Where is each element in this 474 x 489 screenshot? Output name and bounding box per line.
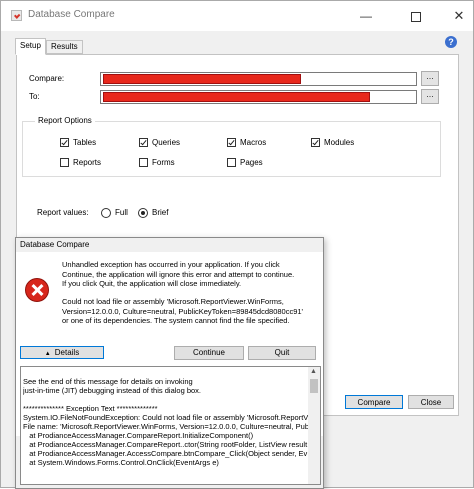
- modules-checkbox[interactable]: [311, 138, 320, 147]
- close-window-button[interactable]: ✕: [449, 9, 469, 25]
- forms-checkbox[interactable]: [139, 158, 148, 167]
- compare-label: Compare:: [29, 74, 65, 83]
- queries-checkbox[interactable]: [139, 138, 148, 147]
- details-line: at ProdianceAccessManager.AccessCompare.…: [23, 449, 308, 458]
- details-line: [23, 395, 308, 404]
- redacted-path: [103, 92, 370, 102]
- forms-label: Forms: [152, 158, 175, 167]
- maximize-icon: [411, 12, 421, 22]
- compare-button[interactable]: Compare: [345, 395, 403, 409]
- tab-results[interactable]: Results: [46, 40, 83, 54]
- details-line: See the end of this message for details …: [23, 377, 193, 386]
- brief-label: Brief: [152, 208, 169, 217]
- reports-checkbox[interactable]: [60, 158, 69, 167]
- report-values-label: Report values:: [37, 208, 89, 217]
- tables-checkbox[interactable]: [60, 138, 69, 147]
- details-line: just-in-time (JIT) debugging instead of …: [23, 386, 202, 395]
- report-options-group: Report Options: [22, 116, 441, 177]
- pages-label: Pages: [240, 158, 263, 167]
- brief-radio[interactable]: [138, 208, 148, 218]
- details-line: at System.Windows.Forms.Control.OnClick(…: [23, 458, 219, 467]
- reports-label: Reports: [73, 158, 102, 167]
- title-bar[interactable]: Database Compare — ✕: [1, 1, 473, 31]
- details-line: at ProdianceAccessManager.CompareReport.…: [23, 440, 308, 449]
- details-scrollbar[interactable]: ▲: [308, 367, 320, 484]
- to-label: To:: [29, 92, 40, 101]
- dialog-title[interactable]: Database Compare: [20, 240, 89, 249]
- redacted-path: [103, 74, 301, 84]
- report-options-title: Report Options: [35, 116, 95, 125]
- pages-checkbox[interactable]: [227, 158, 236, 167]
- details-line: File name: 'Microsoft.ReportViewer.WinFo…: [23, 422, 308, 431]
- macros-label: Macros: [240, 138, 267, 147]
- details-line: ************** Exception Text **********…: [23, 404, 158, 413]
- scroll-up-icon[interactable]: ▲: [310, 368, 317, 375]
- message-line: Unhandled exception has occurred in your…: [62, 260, 280, 269]
- error-icon: [25, 278, 49, 302]
- quit-button[interactable]: Quit: [248, 346, 316, 360]
- full-label: Full: [115, 208, 128, 217]
- modules-label: Modules: [324, 138, 355, 147]
- tab-setup[interactable]: Setup: [15, 38, 46, 55]
- to-path-field[interactable]: [100, 90, 417, 104]
- details-line: System.IO.FileNotFoundException: Could n…: [23, 413, 308, 422]
- details-line: at ProdianceAccessManager.CompareReport.…: [23, 431, 254, 440]
- macros-checkbox[interactable]: [227, 138, 236, 147]
- tables-label: Tables: [73, 138, 97, 147]
- app-icon: [11, 10, 22, 21]
- browse-compare-button[interactable]: ...: [421, 71, 439, 86]
- full-radio[interactable]: [101, 208, 111, 218]
- continue-button[interactable]: Continue: [174, 346, 244, 360]
- help-icon[interactable]: ?: [445, 36, 457, 48]
- error-line: or one of its dependencies. The system c…: [62, 316, 290, 325]
- details-text: See the end of this message for details …: [23, 368, 308, 484]
- minimize-button[interactable]: —: [356, 9, 376, 25]
- details-button[interactable]: ▲ Details: [20, 346, 104, 359]
- details-textbox[interactable]: See the end of this message for details …: [20, 366, 321, 485]
- queries-label: Queries: [152, 138, 181, 147]
- browse-to-button[interactable]: ...: [421, 89, 439, 104]
- window-title: Database Compare: [28, 9, 115, 20]
- error-line: Version=12.0.0.0, Culture=neutral, Publi…: [62, 306, 303, 316]
- scroll-thumb[interactable]: [310, 379, 318, 393]
- close-button[interactable]: Close: [408, 395, 454, 409]
- expand-triangle-icon: ▲: [44, 351, 51, 357]
- error-line: Could not load file or assembly 'Microso…: [62, 297, 284, 306]
- compare-path-field[interactable]: [100, 72, 417, 86]
- details-label: Details: [54, 348, 80, 357]
- maximize-button[interactable]: [406, 9, 426, 25]
- message-line: If you click Quit, the application will …: [62, 279, 242, 288]
- message-line: Continue, the application will ignore th…: [62, 269, 295, 279]
